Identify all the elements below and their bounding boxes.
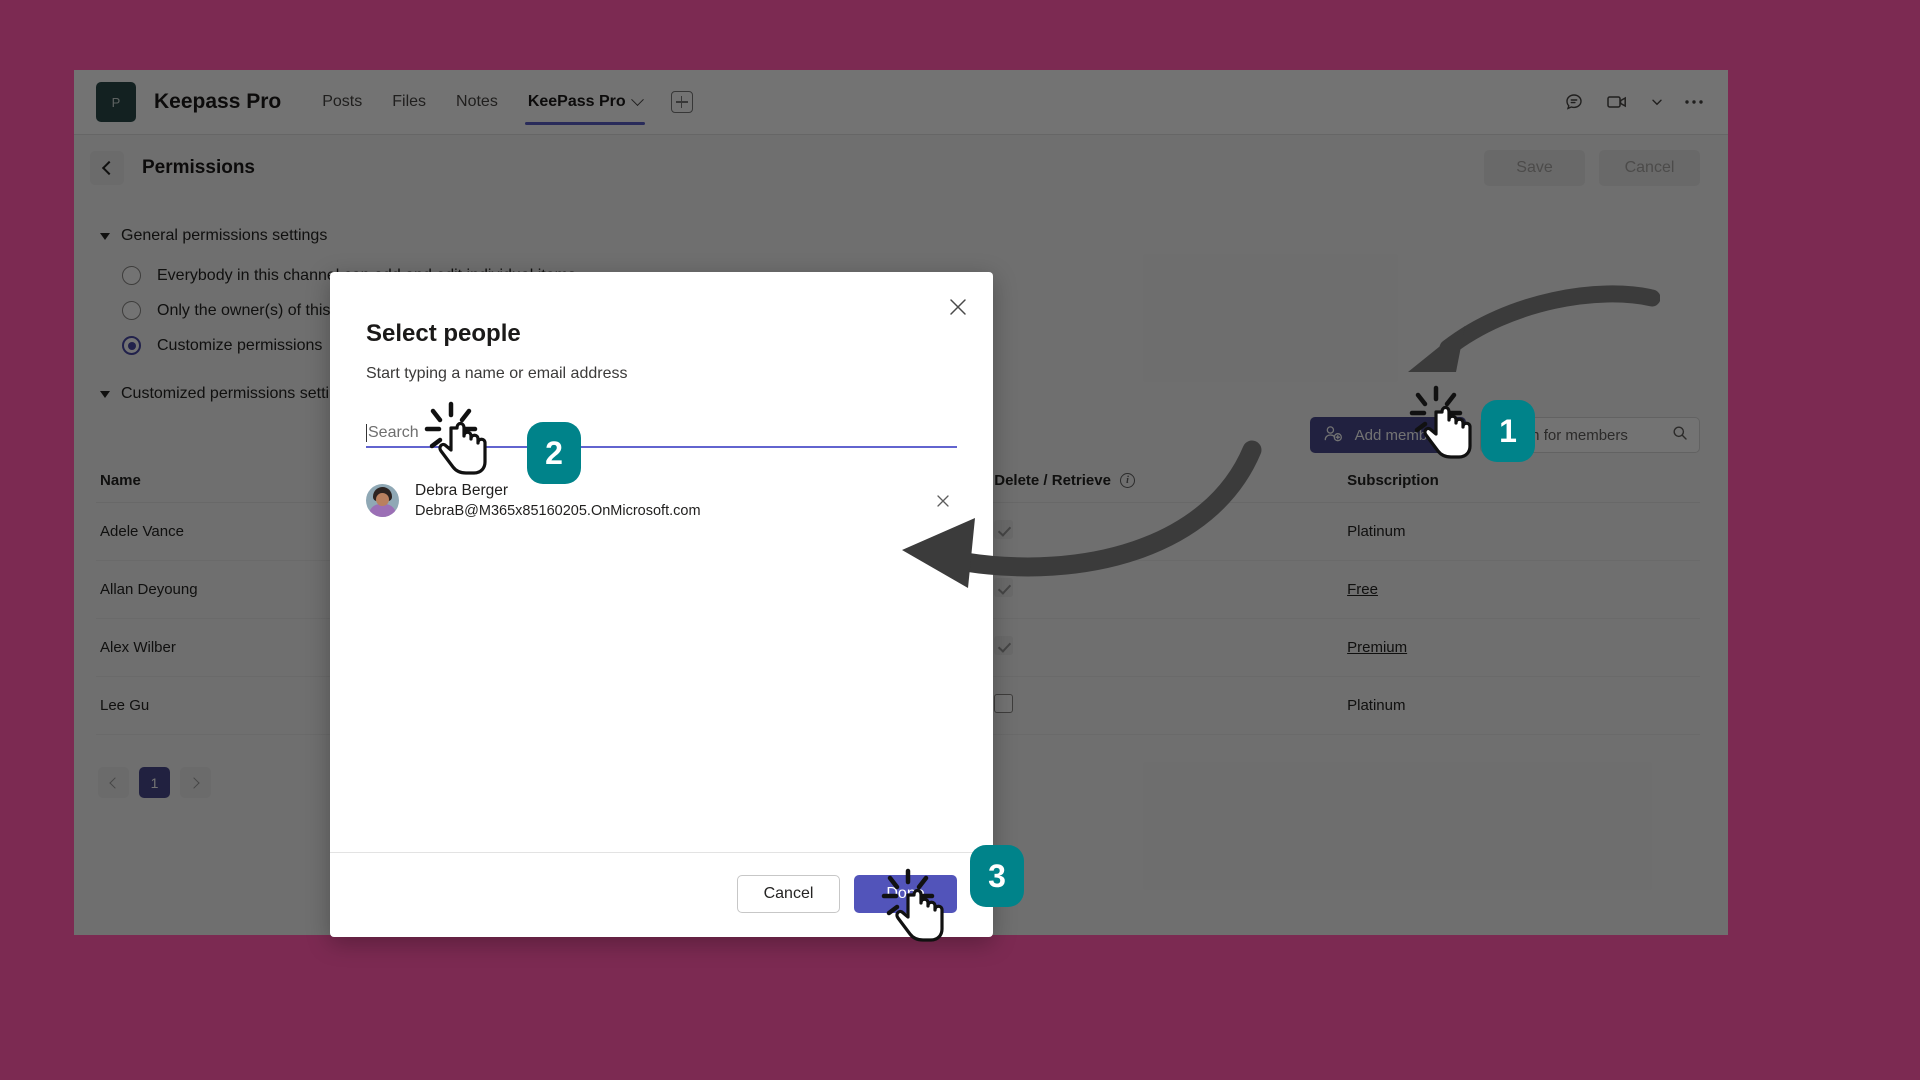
- channel-header: P Keepass Pro Posts Files Notes KeePass …: [74, 70, 1728, 135]
- cell-delete: [994, 676, 1348, 735]
- delete-checkbox[interactable]: [994, 694, 1014, 713]
- permissions-page-header: Permissions Save Cancel: [74, 135, 1728, 201]
- cancel-button-label: Cancel: [1624, 159, 1675, 176]
- video-camera-icon[interactable]: [1606, 92, 1630, 112]
- more-options-icon[interactable]: [1684, 99, 1704, 105]
- cell-subscription: Platinum: [1347, 676, 1700, 735]
- page-actions: Save Cancel: [1484, 150, 1700, 186]
- cell-subscription: Free: [1347, 560, 1700, 619]
- video-chevron-down-icon[interactable]: [1650, 95, 1664, 109]
- tab-keepass-pro-label: KeePass Pro: [527, 93, 626, 110]
- text-caret: [366, 424, 367, 442]
- chevron-right-icon: [188, 776, 200, 789]
- tab-posts-label: Posts: [322, 93, 363, 110]
- selected-person-name: Debra Berger: [415, 482, 509, 499]
- add-members-button-label: Add members: [1354, 426, 1448, 444]
- avatar: [366, 484, 399, 517]
- tab-notes[interactable]: Notes: [441, 70, 513, 135]
- header-actions: [1564, 91, 1704, 113]
- pagination-page-1-label: 1: [150, 774, 159, 791]
- modal-search-value: Search: [368, 424, 419, 441]
- cancel-button[interactable]: Cancel: [1599, 150, 1700, 186]
- modal-done-label: Done: [886, 885, 925, 902]
- tab-posts[interactable]: Posts: [307, 70, 377, 135]
- tab-files[interactable]: Files: [377, 70, 441, 135]
- modal-cancel-label: Cancel: [763, 885, 814, 902]
- tab-files-label: Files: [392, 93, 427, 110]
- radio-customize-icon[interactable]: [122, 336, 141, 355]
- step-badge-2-label: 2: [545, 434, 563, 471]
- subscription-link[interactable]: Free: [1347, 581, 1378, 598]
- cell-delete: [994, 618, 1348, 677]
- dialog-subtitle: Start typing a name or email address: [366, 365, 628, 382]
- remove-person-icon[interactable]: [933, 491, 953, 511]
- general-permissions-heading: General permissions settings: [121, 227, 328, 244]
- screenshot-root: P Keepass Pro Posts Files Notes KeePass …: [0, 0, 1920, 1080]
- step-badge-2: 2: [527, 422, 581, 484]
- dialog-footer: Cancel Done: [330, 852, 993, 937]
- search-icon[interactable]: [1672, 425, 1688, 445]
- team-name: Keepass Pro: [154, 90, 282, 113]
- collapse-triangle-icon: [100, 232, 110, 240]
- selected-person-email: DebraB@M365x85160205.OnMicrosoft.com: [415, 503, 701, 519]
- cell-delete: [994, 560, 1348, 619]
- step-badge-1-label: 1: [1499, 412, 1517, 449]
- page-title: Permissions: [142, 157, 255, 178]
- radio-customize-label: Customize permissions: [157, 336, 323, 354]
- close-icon[interactable]: [945, 294, 971, 320]
- customized-permissions-heading: Customized permissions settings: [121, 385, 355, 402]
- collapse-triangle-icon-2: [100, 390, 110, 398]
- dialog-title: Select people: [366, 320, 521, 347]
- subscription-link[interactable]: Premium: [1347, 639, 1407, 656]
- save-button-label: Save: [1516, 159, 1553, 176]
- delete-checkbox[interactable]: [994, 520, 1014, 539]
- step-badge-1: 1: [1481, 400, 1535, 462]
- chevron-down-icon[interactable]: [630, 92, 644, 106]
- radio-everybody-icon[interactable]: [122, 266, 141, 285]
- cell-subscription: Premium: [1347, 618, 1700, 677]
- tab-notes-label: Notes: [456, 93, 498, 110]
- team-avatar-initial: P: [111, 94, 121, 110]
- step-badge-3-label: 3: [988, 857, 1006, 894]
- delete-checkbox[interactable]: [994, 636, 1014, 655]
- delete-checkbox[interactable]: [994, 578, 1014, 597]
- cell-delete: [994, 502, 1348, 561]
- step-badge-3: 3: [970, 845, 1024, 907]
- tab-keepass-pro[interactable]: KeePass Pro: [513, 70, 657, 135]
- pagination-next-button[interactable]: [180, 767, 211, 798]
- add-person-icon: [1324, 425, 1343, 446]
- chat-icon[interactable]: [1564, 91, 1586, 113]
- modal-cancel-button[interactable]: Cancel: [737, 875, 840, 913]
- back-chevron-icon: [101, 160, 116, 176]
- modal-search-input[interactable]: Search: [366, 414, 957, 448]
- add-tab-icon[interactable]: [670, 91, 693, 113]
- pagination-prev-button[interactable]: [98, 767, 129, 798]
- add-members-button[interactable]: Add members: [1309, 417, 1466, 453]
- cell-subscription: Platinum: [1347, 502, 1700, 561]
- radio-owners-only-icon[interactable]: [122, 301, 141, 320]
- selected-person-row: Debra Berger DebraB@M365x85160205.OnMicr…: [366, 482, 957, 519]
- channel-tabs: Posts Files Notes KeePass Pro: [307, 70, 693, 135]
- save-button[interactable]: Save: [1484, 150, 1585, 186]
- column-header-delete-retrieve: Delete / Retrieve i: [994, 459, 1348, 503]
- info-icon-delete-retrieve[interactable]: i: [1119, 473, 1135, 488]
- column-header-delete-retrieve-label: Delete / Retrieve: [994, 472, 1111, 489]
- column-header-subscription-label: Subscription: [1347, 472, 1439, 489]
- general-permissions-section-header[interactable]: General permissions settings: [96, 227, 1700, 245]
- selected-person-info: Debra Berger DebraB@M365x85160205.OnMicr…: [415, 482, 701, 519]
- modal-done-button[interactable]: Done: [854, 875, 957, 913]
- select-people-dialog: Select people Start typing a name or ema…: [330, 272, 993, 937]
- dialog-body: Select people Start typing a name or ema…: [330, 272, 993, 852]
- chevron-left-icon: [109, 776, 121, 789]
- pagination-page-1[interactable]: 1: [139, 767, 170, 798]
- team-avatar: P: [96, 82, 136, 122]
- back-button[interactable]: [90, 151, 124, 185]
- column-header-subscription: Subscription: [1347, 459, 1700, 503]
- column-header-name-label: Name: [100, 472, 141, 489]
